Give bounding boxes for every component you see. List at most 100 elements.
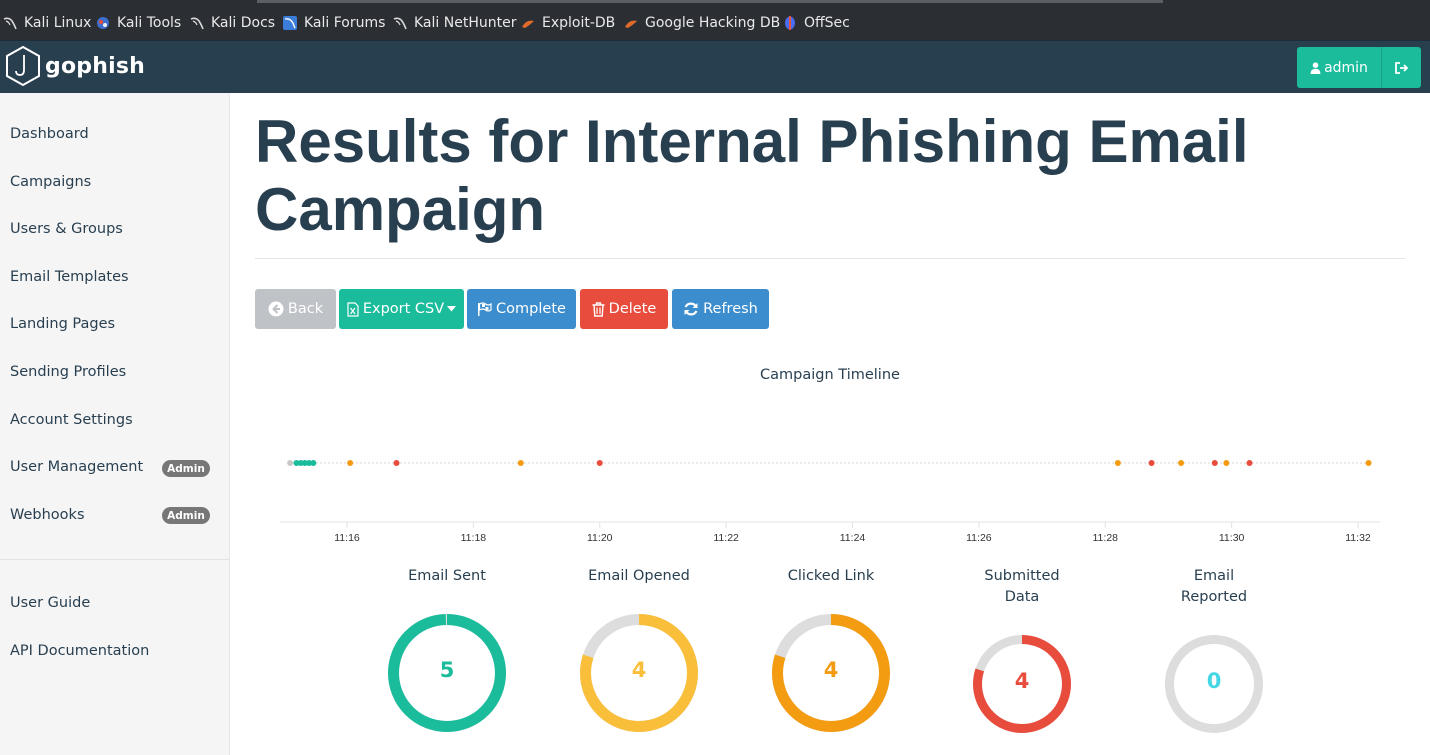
complete-label: Complete xyxy=(496,301,566,317)
export-csv-button[interactable]: Export CSV xyxy=(339,289,464,329)
timeline-event-submitted xyxy=(393,460,400,466)
stat-card: Email Opened 4 xyxy=(559,566,719,732)
refresh-button[interactable]: Refresh xyxy=(672,289,769,329)
bookmark-kali-nethunter[interactable]: Kali NetHunter xyxy=(393,13,516,33)
bookmark-offsec[interactable]: OffSec xyxy=(783,13,850,33)
bookmark-kali-forums[interactable]: Kali Forums xyxy=(283,13,385,33)
stat-label: Email Sent xyxy=(408,568,486,584)
timeline-tick-label: 11:20 xyxy=(587,532,613,544)
page-title: Results for Internal Phishing Email Camp… xyxy=(255,108,1315,244)
timeline-tick-label: 11:22 xyxy=(713,532,739,544)
sidebar-item-api-documentation[interactable]: API Documentation xyxy=(10,643,149,659)
stat-label: Email Reported xyxy=(1180,568,1248,605)
timeline-chart: 11:16 11:18 11:20 11:22 11:24 11:26 11:28 11:30… xyxy=(280,460,1380,544)
sidebar-item-label: User Management xyxy=(10,459,144,475)
logout-button[interactable] xyxy=(1381,47,1421,88)
timeline-tick-label: 11:26 xyxy=(966,532,992,544)
timeline-event-clicked xyxy=(1178,460,1185,466)
bookmark-label: Kali Linux xyxy=(24,15,92,31)
exploit-db-icon xyxy=(522,20,534,28)
stat-donut: 4 xyxy=(973,635,1071,733)
stat-value: 4 xyxy=(823,658,839,682)
complete-button[interactable]: Complete xyxy=(467,289,576,329)
top-navbar: gophish admin xyxy=(0,40,1430,93)
sidebar-item-webhooks[interactable]: Webhooks xyxy=(10,507,85,523)
bookmark-label: Kali Docs xyxy=(211,15,276,31)
arrow-circle-left-icon xyxy=(268,301,284,317)
sidebar-item-users-groups[interactable]: Users & Groups xyxy=(10,221,123,237)
sidebar-item-user-guide[interactable]: User Guide xyxy=(10,595,90,611)
exploit-db-icon xyxy=(625,20,637,28)
kali-dragon-icon xyxy=(190,17,204,30)
timeline-event-clicked xyxy=(1365,460,1372,466)
offsec-icon xyxy=(785,16,795,30)
sidebar-item-label: Account Settings xyxy=(10,412,133,428)
delete-button[interactable]: Delete xyxy=(580,289,668,329)
sidebar-item-dashboard[interactable]: Dashboard xyxy=(10,126,89,142)
page-title-line: Results for Internal Phishing Email xyxy=(255,108,1249,175)
stat-donut: 5 xyxy=(388,614,506,732)
timeline-tick-label: 11:16 xyxy=(334,532,360,544)
bookmark-label: Google Hacking DB xyxy=(645,15,781,31)
sidebar-item-campaigns[interactable]: Campaigns xyxy=(10,174,91,190)
timeline-event-clicked xyxy=(1223,460,1230,466)
sidebar-item-label: API Documentation xyxy=(10,643,150,659)
stat-card: Email Sent 5 xyxy=(367,566,527,732)
stat-card: Submitted Data 4 xyxy=(942,566,1102,733)
stat-donut: 0 xyxy=(1165,635,1263,733)
sidebar: Dashboard Campaigns Users & Groups Email… xyxy=(0,93,230,755)
sidebar-item-label: Dashboard xyxy=(10,126,89,142)
timeline-tick-label: 11:28 xyxy=(1093,532,1119,544)
timeline-event-submitted xyxy=(1148,460,1155,466)
timeline-tick-label: 11:30 xyxy=(1219,532,1245,544)
timeline-event-submitted xyxy=(1211,460,1218,466)
campaign-timeline: Campaign Timeline 11:16 11:18 11:20 11:22 11… xyxy=(255,360,1405,560)
stat-donut: 4 xyxy=(772,614,890,732)
stat-card: Clicked Link 4 xyxy=(751,566,911,732)
timeline-event-clicked xyxy=(517,460,524,466)
admin-badge: Admin xyxy=(162,460,210,477)
admin-user-label: admin xyxy=(1324,59,1368,76)
bookmark-exploit-db[interactable]: Exploit-DB xyxy=(521,13,615,33)
timeline-event-opened xyxy=(347,460,354,466)
bookmark-kali-linux[interactable]: Kali Linux xyxy=(3,13,91,33)
export-label: Export CSV xyxy=(362,301,445,317)
trash-icon xyxy=(592,301,605,317)
admin-badge: Admin xyxy=(162,507,210,524)
timeline-event-submitted xyxy=(1246,460,1253,466)
sidebar-item-account-settings[interactable]: Account Settings xyxy=(10,412,133,428)
user-icon xyxy=(1310,61,1321,74)
stat-value: 0 xyxy=(1206,669,1222,693)
sidebar-item-landing-pages[interactable]: Landing Pages xyxy=(10,316,115,332)
bookmark-kali-tools[interactable]: Kali Tools xyxy=(96,13,181,33)
sidebar-item-label: Landing Pages xyxy=(10,316,116,332)
bookmarks-bar: Kali Linux Kali Tools Kali Docs Kali For… xyxy=(0,0,1430,40)
brand-link[interactable]: gophish xyxy=(5,45,145,87)
sidebar-item-email-templates[interactable]: Email Templates xyxy=(10,269,129,285)
user-button-group: admin xyxy=(1297,47,1421,88)
timeline-tick-label: 11:24 xyxy=(840,532,866,544)
timeline-event-submitted xyxy=(596,460,603,466)
sidebar-divider xyxy=(0,559,229,560)
sidebar-item-label: Sending Profiles xyxy=(10,364,127,380)
stat-value: 4 xyxy=(631,658,647,682)
stat-donut: 4 xyxy=(580,614,698,732)
stat-label: Clicked Link xyxy=(787,568,875,584)
kali-dragon-icon xyxy=(3,17,17,30)
tab-strip-edge xyxy=(257,0,1163,3)
back-button[interactable]: Back xyxy=(255,289,336,329)
kali-dragon-icon xyxy=(393,17,407,30)
bookmark-kali-docs[interactable]: Kali Docs xyxy=(190,13,275,33)
bookmark-label: Kali Tools xyxy=(117,15,182,31)
bookmark-google-hacking-db[interactable]: Google Hacking DB xyxy=(624,13,780,33)
flag-checkered-icon xyxy=(478,302,492,316)
caret-down-icon xyxy=(447,306,457,312)
sidebar-item-sending-profiles[interactable]: Sending Profiles xyxy=(10,364,126,380)
timeline-event-sent xyxy=(310,460,317,466)
admin-user-button[interactable]: admin xyxy=(1297,47,1381,88)
bookmark-label: Exploit-DB xyxy=(542,15,616,31)
timeline-event-launched xyxy=(287,460,294,466)
stat-value: 5 xyxy=(439,658,455,682)
sidebar-item-user-management[interactable]: User Management xyxy=(10,459,143,475)
stat-card: Email Reported 0 xyxy=(1134,566,1294,733)
